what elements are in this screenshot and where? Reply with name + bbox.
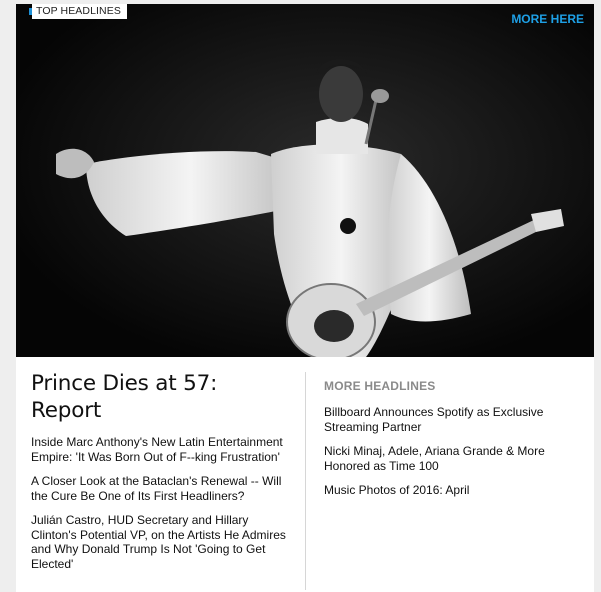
sub-headline-link[interactable]: A Closer Look at the Bataclan's Renewal …: [31, 474, 293, 503]
list-item: Julián Castro, HUD Secretary and Hillary…: [31, 513, 293, 571]
top-headlines-tag: TOP HEADLINES: [32, 4, 127, 19]
more-headline-link[interactable]: Music Photos of 2016: April: [324, 483, 579, 498]
more-headlines: MORE HEADLINES Billboard Announces Spoti…: [324, 379, 579, 508]
list-item: Music Photos of 2016: April: [324, 483, 579, 498]
more-headline-link[interactable]: Nicki Minaj, Adele, Ariana Grande & More…: [324, 444, 579, 473]
main-headline-link[interactable]: Prince Dies at 57: Report: [31, 370, 293, 424]
hero-image[interactable]: TOP HEADLINES MORE HERE: [16, 4, 594, 357]
list-item: Billboard Announces Spotify as Exclusive…: [324, 405, 579, 434]
more-headlines-list: Billboard Announces Spotify as Exclusive…: [324, 405, 579, 498]
sub-headline-list: Inside Marc Anthony's New Latin Entertai…: [31, 435, 293, 571]
sub-headline-link[interactable]: Julián Castro, HUD Secretary and Hillary…: [31, 513, 293, 571]
more-headline-link[interactable]: Billboard Announces Spotify as Exclusive…: [324, 405, 579, 434]
sub-headline-link[interactable]: Inside Marc Anthony's New Latin Entertai…: [31, 435, 293, 464]
main-story: Prince Dies at 57: Report Inside Marc An…: [31, 370, 293, 581]
column-divider: [305, 372, 306, 590]
list-item: Inside Marc Anthony's New Latin Entertai…: [31, 435, 293, 464]
main-headline: Prince Dies at 57: Report: [31, 371, 218, 423]
list-item: Nicki Minaj, Adele, Ariana Grande & More…: [324, 444, 579, 473]
prince-performing-photo: [16, 4, 594, 357]
list-item: A Closer Look at the Bataclan's Renewal …: [31, 474, 293, 503]
more-here-link[interactable]: MORE HERE: [511, 12, 584, 26]
more-headlines-title: MORE HEADLINES: [324, 379, 436, 393]
top-headlines-widget: TOP HEADLINES MORE HERE Prince Dies at 5…: [16, 4, 594, 592]
